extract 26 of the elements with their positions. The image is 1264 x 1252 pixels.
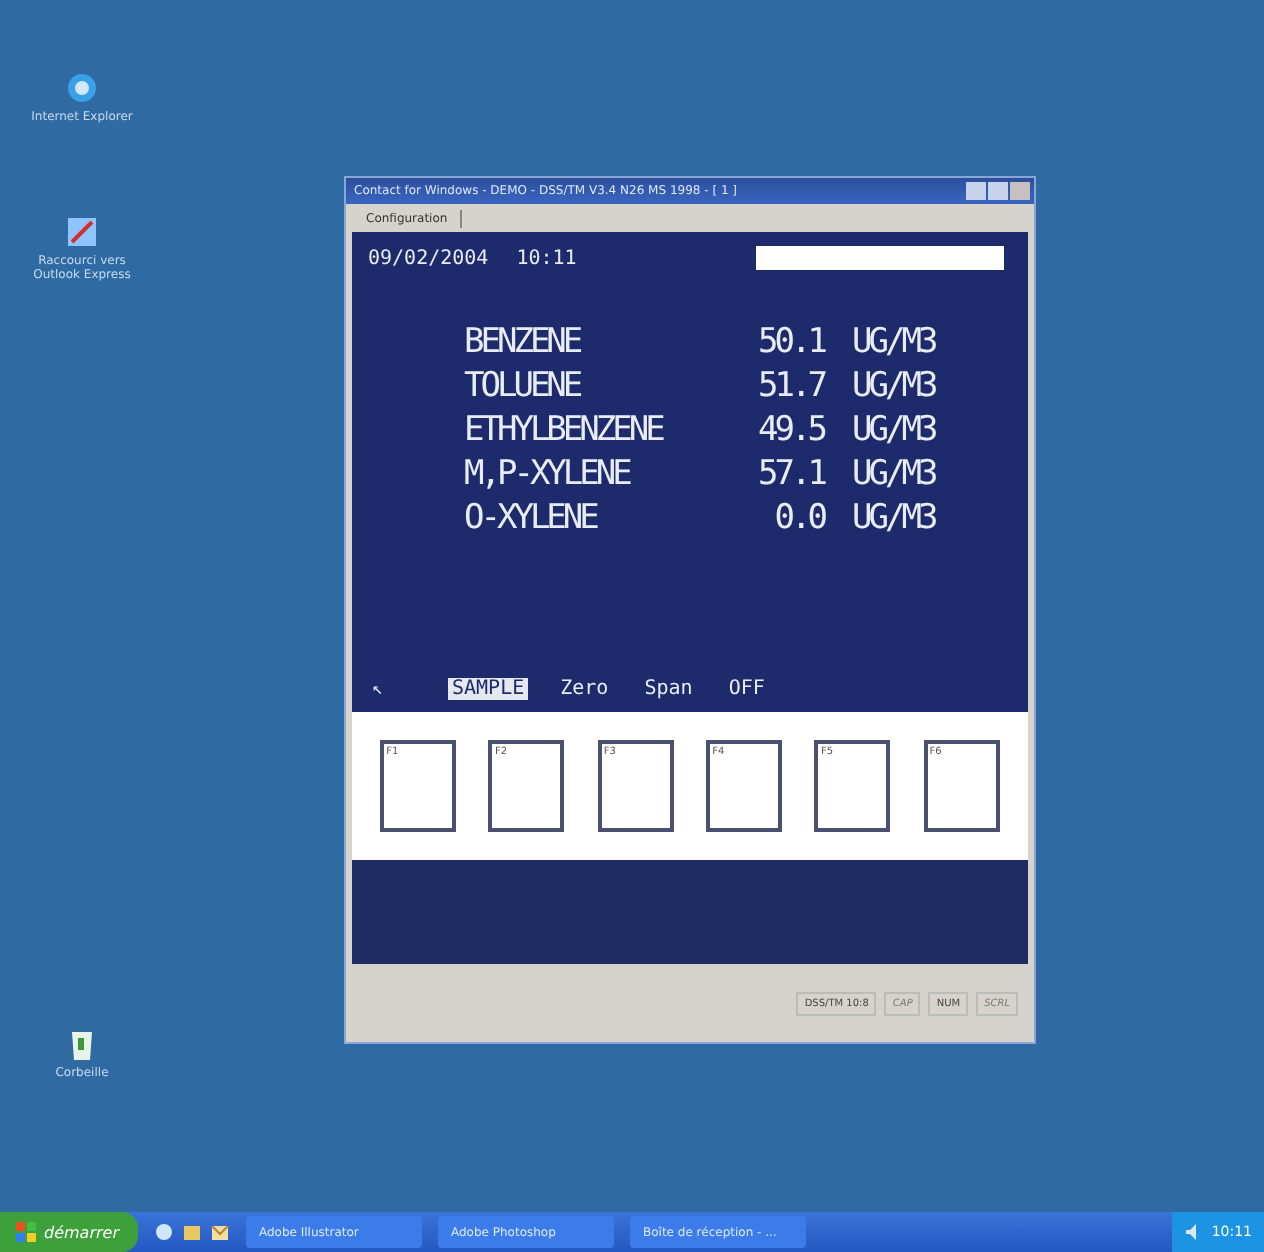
mode-key[interactable]: OFF [724, 678, 769, 700]
unit-label: UG/M3 [852, 498, 935, 538]
time-text: 10:11 [516, 247, 577, 269]
pointer-glyph: ↖ [372, 679, 385, 699]
compound-name: M,P-XYLENE [464, 454, 632, 494]
unit-label: UG/M3 [852, 410, 935, 450]
flag-icon [16, 1222, 36, 1242]
globe-icon[interactable] [64, 68, 100, 108]
reading-value: 0.0 [772, 498, 824, 538]
reading-value: 50.1 [756, 322, 824, 362]
reading-value: 57.1 [756, 454, 824, 494]
reading-value: 51.7 [756, 366, 824, 406]
reading-value: 49.5 [756, 410, 824, 450]
unit-label: UG/M3 [852, 322, 935, 362]
mode-key[interactable]: Span [640, 678, 697, 700]
globe-icon[interactable] [154, 1222, 175, 1242]
unit-label: UG/M3 [852, 366, 935, 406]
compound-name: ETHYLBENZENE [464, 410, 665, 450]
unit-label: UG/M3 [852, 454, 935, 494]
compound-name: BENZENE [464, 322, 583, 362]
compound-name: O-XYLENE [464, 498, 599, 538]
mode-key[interactable]: Zero [556, 678, 613, 700]
mode-key[interactable]: SAMPLE [448, 678, 529, 700]
folder-icon[interactable] [182, 1222, 203, 1242]
compound-name: TOLUENE [464, 366, 583, 406]
date-text: 09/02/2004 [368, 247, 489, 269]
